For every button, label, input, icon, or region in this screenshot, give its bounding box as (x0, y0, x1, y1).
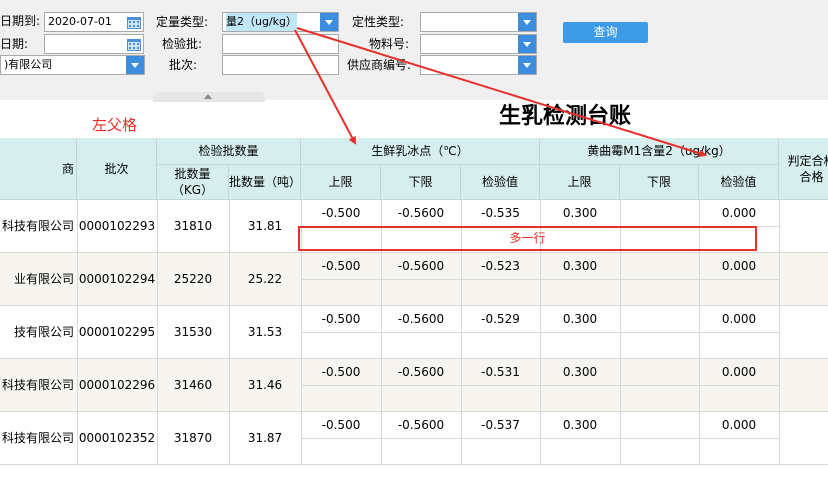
material-select[interactable] (420, 34, 537, 54)
header-b-lower: 下限 (620, 165, 699, 200)
cell-b-upper: 0.300 (562, 259, 598, 273)
cell-a-lower: -0.5600 (397, 365, 445, 379)
cell-b-value: 0.000 (721, 365, 757, 379)
lot-label: 批次: (169, 58, 198, 72)
chevron-down-icon[interactable] (320, 13, 338, 31)
calendar-icon[interactable] (126, 14, 142, 30)
lot-input[interactable] (222, 55, 339, 75)
column-divider (779, 200, 780, 465)
quant-type-value: 量2（ug/kg） (226, 13, 298, 31)
header-b-upper: 上限 (540, 165, 620, 200)
cell-t: 31.81 (247, 219, 283, 233)
company-value: )有限公司 (4, 58, 53, 71)
header-a-upper: 上限 (301, 165, 381, 200)
material-label: 物料号: (369, 37, 410, 51)
header-a-lower: 下限 (381, 165, 461, 200)
quant-type-select[interactable]: 量2（ug/kg） (222, 12, 339, 32)
chevron-down-icon[interactable] (518, 13, 536, 31)
date-to-label: 日期到: (0, 14, 41, 28)
collapse-panel-toggle[interactable] (153, 92, 265, 102)
cell-kg: 31810 (173, 219, 213, 233)
cell-a-upper: -0.500 (321, 259, 361, 273)
cell-a-upper: -0.500 (321, 206, 361, 220)
cell-a-value: -0.535 (481, 206, 520, 220)
batch-input[interactable] (222, 34, 339, 54)
cell-a-lower: -0.5600 (397, 259, 445, 273)
company-select[interactable]: )有限公司 (0, 55, 145, 75)
cell-kg: 31460 (173, 378, 213, 392)
date-from-input[interactable] (44, 34, 144, 54)
chevron-down-icon[interactable] (518, 35, 536, 53)
header-supplier: 商 (0, 138, 77, 200)
header-qty-kg: 批数量（KG） (157, 165, 229, 200)
batch-label: 检验批: (162, 37, 203, 51)
date-to-value: 2020-07-01 (48, 15, 112, 28)
cell-b-upper: 0.300 (562, 206, 598, 220)
cell-lot: 0000102296 (78, 378, 156, 392)
cell-t: 31.46 (247, 378, 283, 392)
date-label: 日期: (0, 37, 29, 51)
qual-type-label: 定性类型: (352, 15, 405, 29)
cell-a-lower: -0.5600 (397, 312, 445, 326)
qual-type-select[interactable] (420, 12, 537, 32)
cell-supplier: 科技有限公司 (1, 378, 74, 392)
header-group-a: 生鲜乳冰点（℃） (301, 138, 540, 165)
cell-lot: 0000102295 (78, 325, 156, 339)
filter-panel: 日期到: 2020-07-01 日期: )有限公司 定量类型: 量2（ug/kg… (0, 0, 828, 100)
cell-a-lower: -0.5600 (397, 418, 445, 432)
report-title: 生乳检测台账 (499, 104, 632, 129)
cell-lot: 0000102352 (78, 431, 156, 445)
cell-b-upper: 0.300 (562, 418, 598, 432)
cell-t: 31.53 (247, 325, 283, 339)
cell-b-value: 0.000 (721, 206, 757, 220)
quant-type-label: 定量类型: (156, 15, 209, 29)
cell-b-value: 0.000 (721, 312, 757, 326)
row-divider (0, 464, 828, 465)
cell-supplier: 业有限公司 (13, 272, 74, 286)
cell-b-value: 0.000 (721, 418, 757, 432)
cell-b-value: 0.000 (721, 259, 757, 273)
header-a-value: 检验值 (461, 165, 540, 200)
column-divider (157, 200, 158, 465)
header-b-value: 检验值 (699, 165, 779, 200)
header-group-b: 黄曲霉M1含量2（ug/kg） (540, 138, 779, 165)
cell-supplier: 科技有限公司 (1, 431, 74, 445)
column-divider (77, 200, 78, 465)
cell-kg: 31870 (173, 431, 213, 445)
header-lot: 批次 (77, 138, 157, 200)
cell-supplier: 技有限公司 (13, 325, 74, 339)
cell-kg: 31530 (173, 325, 213, 339)
cell-a-value: -0.529 (481, 312, 520, 326)
column-divider (229, 200, 230, 465)
cell-t: 25.22 (247, 272, 283, 286)
chevron-down-icon[interactable] (518, 56, 536, 74)
header-verdict: 判定合格 合格 (779, 138, 828, 200)
annotation-extra-row: 多一行 (509, 231, 546, 245)
cell-a-upper: -0.500 (321, 365, 361, 379)
chevron-up-icon (204, 94, 212, 99)
chevron-down-icon[interactable] (126, 56, 144, 74)
date-to-input[interactable]: 2020-07-01 (44, 12, 144, 32)
cell-kg: 25220 (173, 272, 213, 286)
cell-a-value: -0.537 (481, 418, 520, 432)
cell-a-lower: -0.5600 (397, 206, 445, 220)
cell-lot: 0000102294 (78, 272, 156, 286)
calendar-icon[interactable] (126, 36, 142, 52)
supplier-code-select[interactable] (420, 55, 537, 75)
cell-b-upper: 0.300 (562, 365, 598, 379)
cell-supplier: 科技有限公司 (1, 219, 74, 233)
cell-a-value: -0.523 (481, 259, 520, 273)
query-button[interactable]: 查询 (563, 22, 648, 43)
header-qty-t: 批数量（吨） (229, 165, 301, 200)
cell-a-upper: -0.500 (321, 418, 361, 432)
annotation-left-parent: 左父格 (92, 116, 138, 134)
cell-b-upper: 0.300 (562, 312, 598, 326)
cell-t: 31.87 (247, 431, 283, 445)
cell-a-upper: -0.500 (321, 312, 361, 326)
cell-lot: 0000102293 (78, 219, 156, 233)
header-batch-qty-group: 检验批数量 (157, 138, 301, 165)
supplier-code-label: 供应商编号: (347, 58, 412, 72)
cell-a-value: -0.531 (481, 365, 520, 379)
